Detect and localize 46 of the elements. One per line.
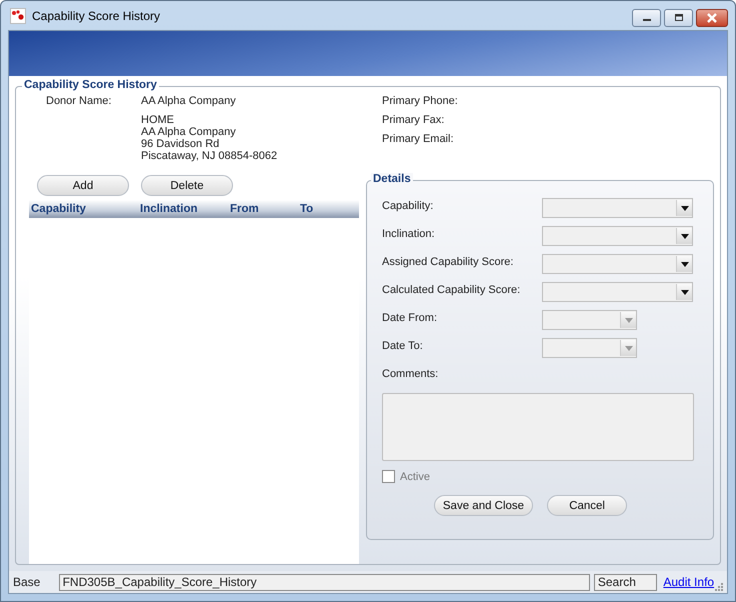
minimize-button[interactable] — [632, 9, 661, 27]
window-title: Capability Score History — [32, 8, 160, 22]
date-field[interactable] — [542, 338, 637, 358]
details-title: Details — [371, 173, 413, 185]
field-label: Date From: — [382, 311, 438, 324]
app-icon — [10, 8, 26, 24]
donor-name-label: Donor Name: — [45, 95, 112, 109]
dialog-button[interactable]: Cancel — [547, 495, 628, 516]
address-line: Piscataway, NJ 08854-8062 — [141, 150, 278, 162]
dropdown-field[interactable] — [542, 254, 693, 274]
donor-name: AA Alpha Company — [141, 95, 237, 107]
column-header[interactable]: Capability — [31, 203, 140, 215]
date-field[interactable] — [542, 310, 637, 330]
group-title: Capability Score History — [22, 79, 159, 91]
dialog-button[interactable]: Save and Close — [434, 495, 534, 516]
column-header[interactable]: From — [230, 203, 300, 215]
field-label: Calculated Capability Score: — [382, 283, 522, 296]
contact-label: Primary Fax: — [382, 114, 446, 126]
comments-label: Comments: — [382, 367, 440, 380]
close-button[interactable] — [696, 9, 728, 27]
dropdown-field[interactable] — [542, 282, 693, 302]
comments-field[interactable] — [382, 393, 694, 461]
contact-label: Primary Email: — [382, 133, 455, 145]
contact-label: Primary Phone: — [382, 95, 458, 107]
maximize-icon — [674, 14, 684, 22]
column-header[interactable]: To — [300, 203, 350, 215]
field-label: Assigned Capability Score: — [382, 255, 514, 268]
address-line: HOME — [141, 114, 175, 126]
address-line: AA Alpha Company — [141, 126, 237, 138]
search-field[interactable]: Search — [594, 574, 658, 590]
column-header[interactable]: Inclination — [140, 203, 230, 215]
form-name-field: FND305B_Capability_Score_History — [58, 574, 590, 590]
audit-info-link[interactable]: Audit Info — [663, 575, 714, 589]
address-line: 96 Davidson Rd — [141, 138, 220, 150]
mode-label: Base — [13, 575, 42, 589]
field-label: Capability: — [382, 199, 434, 212]
list-button[interactable]: Delete — [141, 175, 233, 196]
active-label: Active — [400, 470, 430, 482]
resize-grip-icon — [714, 582, 723, 591]
close-icon — [706, 13, 718, 23]
dropdown-field[interactable] — [542, 198, 693, 218]
list-button[interactable]: Add — [37, 175, 129, 196]
maximize-button[interactable] — [664, 9, 693, 27]
dropdown-field[interactable] — [542, 226, 693, 246]
field-label: Inclination: — [382, 227, 436, 240]
field-label: Date To: — [382, 339, 424, 352]
